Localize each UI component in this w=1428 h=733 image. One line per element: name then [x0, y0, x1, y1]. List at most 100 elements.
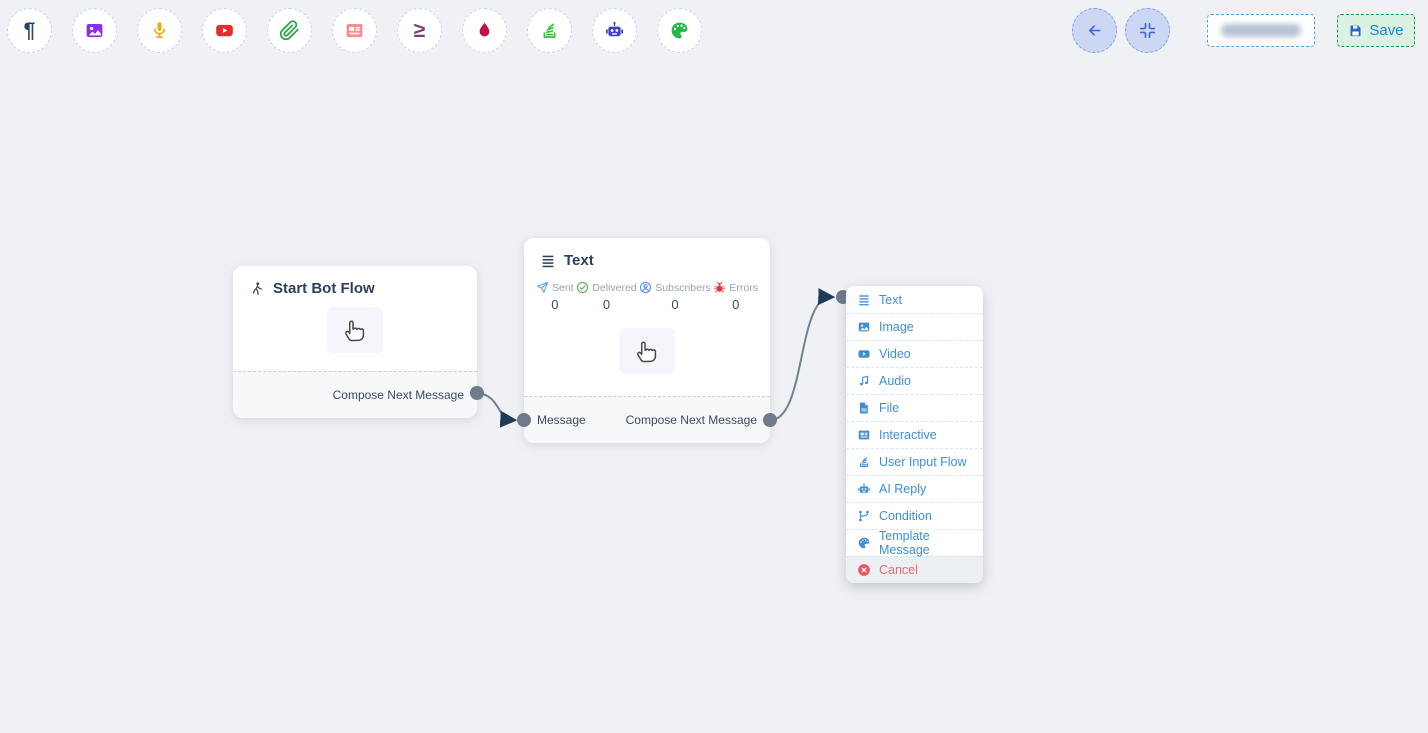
- edge-start-to-text: [477, 393, 513, 420]
- toolbar-audio-button[interactable]: [137, 8, 182, 53]
- user-circle-icon: [639, 281, 652, 294]
- youtube-play-icon: [857, 347, 871, 361]
- image-icon: [84, 20, 105, 41]
- start-node-title: Start Bot Flow: [273, 280, 375, 297]
- menu-item-ai-reply[interactable]: AI Reply: [846, 475, 983, 502]
- text-output-port-label[interactable]: Compose Next Message: [626, 413, 757, 427]
- menu-item-label: Cancel: [879, 563, 918, 577]
- start-output-port-label[interactable]: Compose Next Message: [333, 388, 464, 402]
- hand-cursor-icon: [341, 316, 369, 344]
- menu-item-text[interactable]: Text: [846, 286, 983, 313]
- compress-icon: [1138, 21, 1157, 40]
- drag-handle[interactable]: [619, 328, 675, 374]
- menu-item-label: File: [879, 401, 899, 415]
- toolbar-greater-equal-button[interactable]: ≥: [397, 8, 442, 53]
- stat-value: 0: [551, 297, 558, 312]
- save-button-label: Save: [1369, 22, 1403, 39]
- palette-icon: [857, 536, 871, 550]
- menu-item-interactive[interactable]: Interactive: [846, 421, 983, 448]
- text-node-stats: Sent 0 Delivered 0 Subscribers 0 Errors …: [524, 269, 770, 312]
- menu-item-label: Image: [879, 320, 914, 334]
- stat-delivered: Delivered 0: [576, 281, 636, 312]
- redacted-flow-name: [1221, 24, 1301, 37]
- circle-check-icon: [576, 281, 589, 294]
- paper-plane-icon: [536, 281, 549, 294]
- newspaper-icon: [857, 428, 871, 442]
- menu-item-label: Condition: [879, 509, 932, 523]
- start-node-header: Start Bot Flow: [233, 266, 477, 297]
- menu-item-video[interactable]: Video: [846, 340, 983, 367]
- menu-item-image[interactable]: Image: [846, 313, 983, 340]
- palette-icon: [669, 20, 690, 41]
- stat-value: 0: [732, 297, 739, 312]
- stat-sent: Sent 0: [536, 281, 574, 312]
- text-input-port-label[interactable]: Message: [537, 413, 586, 427]
- droplet-icon: [474, 20, 495, 41]
- flow-name-input[interactable]: [1207, 14, 1315, 47]
- align-justify-icon: [540, 253, 556, 269]
- menu-item-label: Video: [879, 347, 911, 361]
- stat-value: 0: [603, 297, 610, 312]
- floppy-icon: [1348, 23, 1363, 38]
- toolbar-ai-reply-button[interactable]: [592, 8, 637, 53]
- bug-icon: [713, 281, 726, 294]
- staggered-stack-icon: [857, 455, 871, 469]
- menu-item-label: Text: [879, 293, 902, 307]
- circle-x-icon: [857, 563, 871, 577]
- toolbar-template-message-button[interactable]: [657, 8, 702, 53]
- menu-item-label: Template Message: [879, 529, 983, 557]
- drag-handle[interactable]: [327, 307, 383, 353]
- toolbar-text-button[interactable]: ¶: [7, 8, 52, 53]
- node-type-toolbar: ¶ ≥: [7, 8, 702, 53]
- arrow-left-icon: [1085, 21, 1104, 40]
- start-node-footer: Compose Next Message: [233, 371, 477, 418]
- robot-icon: [604, 20, 625, 41]
- edge-text-to-menu: [770, 297, 831, 420]
- file-icon: [857, 401, 871, 415]
- save-button[interactable]: Save: [1337, 14, 1415, 47]
- stat-label: Sent: [552, 282, 574, 294]
- text-node-header: Text: [524, 238, 770, 269]
- toolbar-image-button[interactable]: [72, 8, 117, 53]
- code-branch-icon: [857, 509, 871, 523]
- start-bot-flow-node[interactable]: Start Bot Flow Compose Next Message: [233, 266, 477, 418]
- text-node[interactable]: Text Sent 0 Delivered 0 Subscribers 0 Er…: [524, 238, 770, 443]
- menu-item-cancel[interactable]: Cancel: [846, 556, 983, 583]
- robot-icon: [857, 482, 871, 496]
- back-button[interactable]: [1072, 8, 1117, 53]
- stat-subscribers: Subscribers 0: [639, 281, 710, 312]
- greater-equal-icon: ≥: [414, 20, 426, 41]
- hand-cursor-icon: [633, 337, 661, 365]
- toolbar-user-input-flow-button[interactable]: [527, 8, 572, 53]
- walking-person-icon: [249, 281, 265, 297]
- image-icon: [857, 320, 871, 334]
- stat-errors: Errors 0: [713, 281, 758, 312]
- music-note-icon: [857, 374, 871, 388]
- menu-item-label: Interactive: [879, 428, 937, 442]
- toolbar-file-button[interactable]: [267, 8, 312, 53]
- align-justify-icon: [857, 293, 871, 307]
- stat-value: 0: [671, 297, 678, 312]
- menu-item-label: Audio: [879, 374, 911, 388]
- text-node-title: Text: [564, 252, 594, 269]
- newspaper-icon: [344, 20, 365, 41]
- toolbar-drip-button[interactable]: [462, 8, 507, 53]
- menu-item-file[interactable]: File: [846, 394, 983, 421]
- staggered-stack-icon: [539, 20, 560, 41]
- menu-item-user-input-flow[interactable]: User Input Flow: [846, 448, 983, 475]
- toolbar-interactive-button[interactable]: [332, 8, 377, 53]
- paperclip-icon: [279, 20, 300, 41]
- menu-item-audio[interactable]: Audio: [846, 367, 983, 394]
- paragraph-icon: ¶: [24, 20, 36, 41]
- stat-label: Subscribers: [655, 282, 710, 294]
- menu-item-label: AI Reply: [879, 482, 926, 496]
- fit-view-button[interactable]: [1125, 8, 1170, 53]
- stat-label: Delivered: [592, 282, 636, 294]
- text-node-footer: Message Compose Next Message: [524, 396, 770, 443]
- menu-item-template-message[interactable]: Template Message: [846, 529, 983, 556]
- toolbar-video-button[interactable]: [202, 8, 247, 53]
- microphone-icon: [149, 20, 170, 41]
- add-node-menu: Text Image Video Audio File Interactive …: [846, 286, 983, 583]
- menu-item-condition[interactable]: Condition: [846, 502, 983, 529]
- youtube-play-icon: [214, 20, 235, 41]
